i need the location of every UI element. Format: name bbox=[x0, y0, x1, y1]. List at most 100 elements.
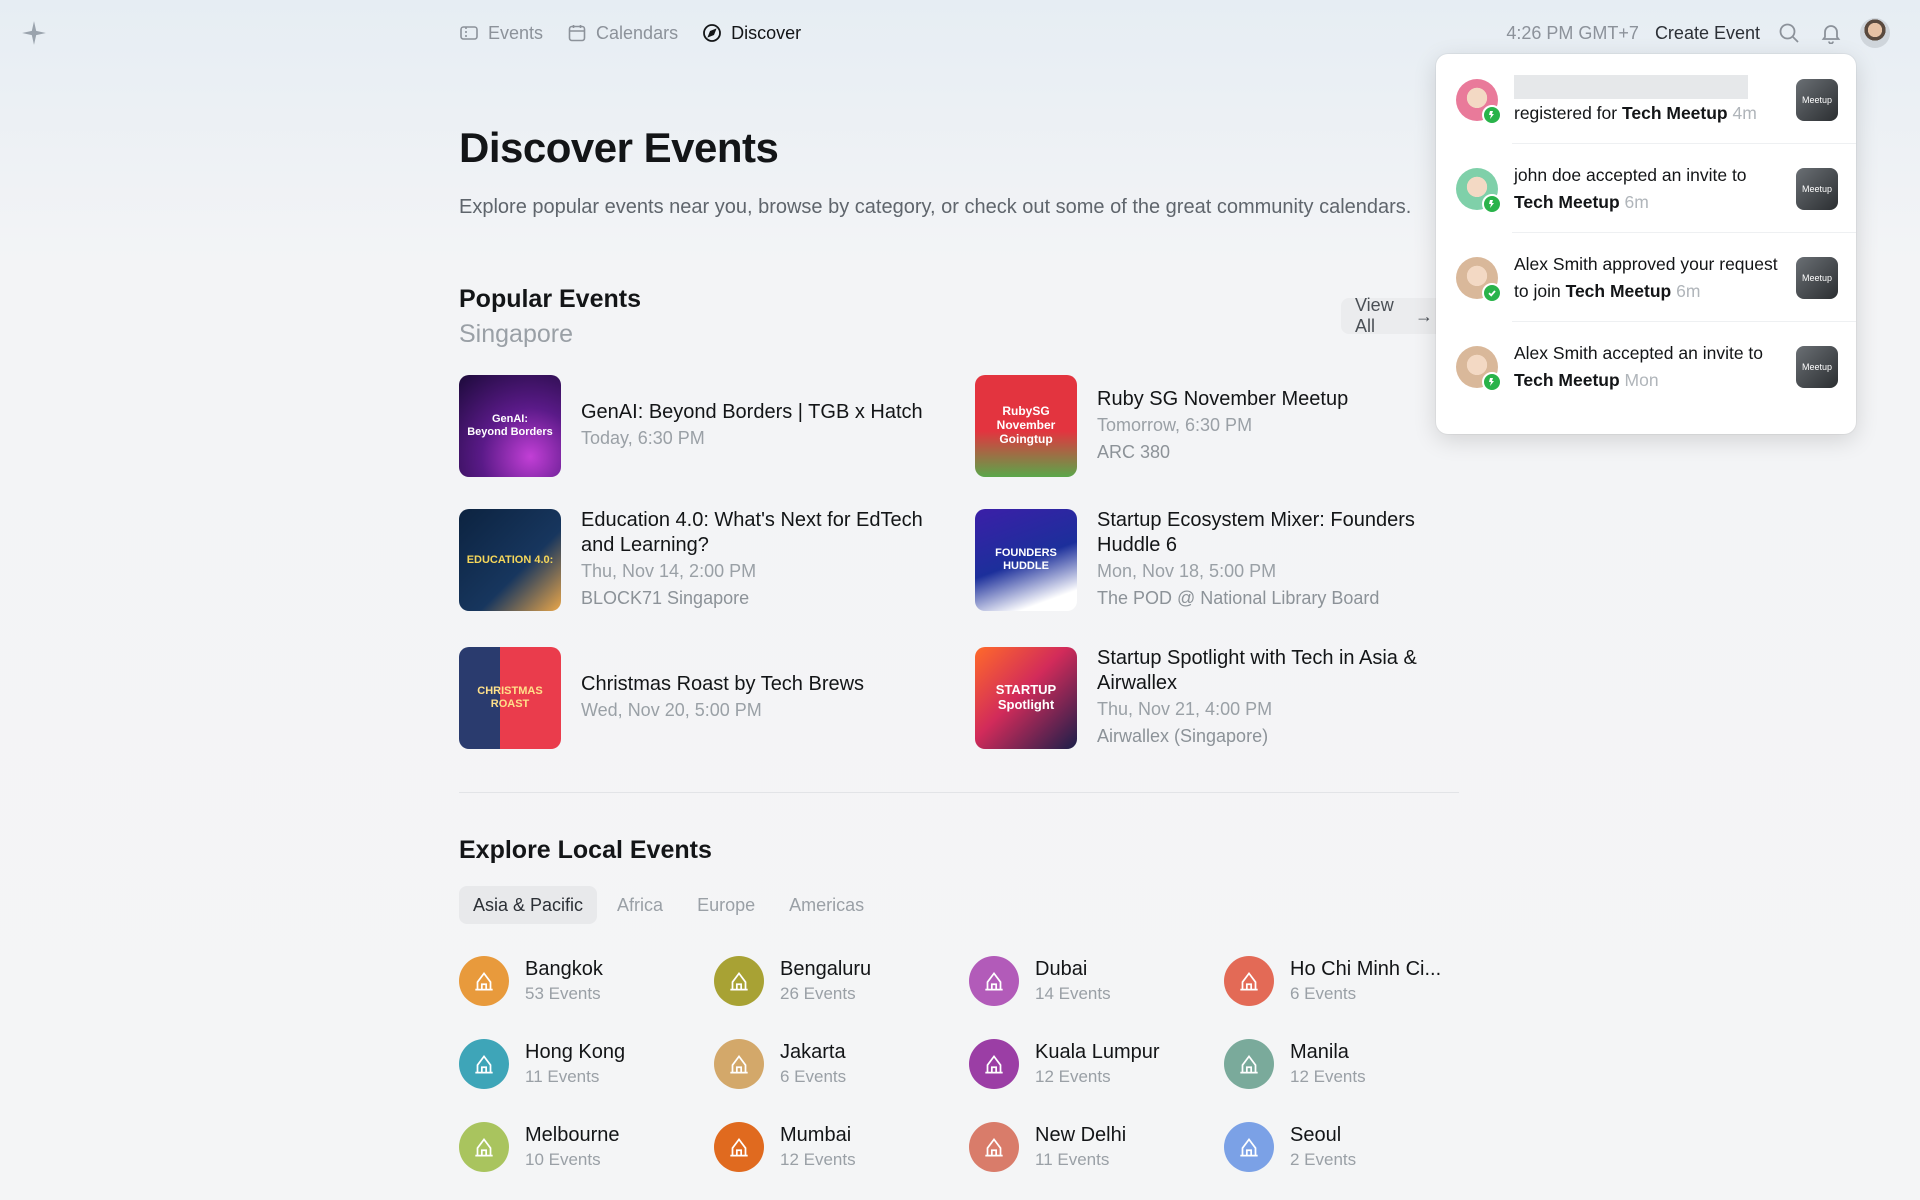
event-thumbnail: RubySG November Goingtup bbox=[975, 375, 1077, 477]
sparkle-logo-icon[interactable] bbox=[21, 20, 47, 46]
city-item[interactable]: New Delhi 11 Events bbox=[969, 1121, 1209, 1173]
event-card[interactable]: GenAI: Beyond Borders GenAI: Beyond Bord… bbox=[459, 375, 939, 477]
twin-towers-icon bbox=[969, 1039, 1019, 1089]
city-item[interactable]: Dubai 14 Events bbox=[969, 955, 1209, 1007]
event-card[interactable]: EDUCATION 4.0: Education 4.0: What's Nex… bbox=[459, 509, 939, 611]
event-card[interactable]: FOUNDERS HUDDLE Startup Ecosystem Mixer:… bbox=[975, 509, 1455, 611]
event-thumbnail-text: RubySG November Goingtup bbox=[996, 404, 1056, 446]
city-event-count: 10 Events bbox=[525, 1150, 601, 1169]
city-item[interactable]: Mumbai 12 Events bbox=[714, 1121, 954, 1173]
event-thumb-label: Meetup bbox=[1801, 183, 1833, 194]
nav-calendars-label: Calendars bbox=[596, 22, 679, 43]
notification-text: Alex Smith accepted an invite to bbox=[1514, 342, 1764, 363]
nav-events-label: Events bbox=[488, 22, 544, 43]
nav-events[interactable]: Events bbox=[459, 19, 543, 47]
city-name: Bangkok bbox=[525, 958, 603, 980]
tab-europe[interactable]: Europe bbox=[683, 886, 769, 924]
current-time: 4:26 PM GMT+7 bbox=[1506, 22, 1639, 43]
ticket-icon bbox=[460, 26, 478, 40]
city-name: Hong Kong bbox=[525, 1041, 626, 1063]
notification-item[interactable]: Alex Smith accepted an invite to Tech Me… bbox=[1436, 322, 1856, 411]
city-event-count: 2 Events bbox=[1290, 1150, 1357, 1169]
event-title: Ruby SG November Meetup bbox=[1097, 387, 1349, 410]
city-item[interactable]: Melbourne 10 Events bbox=[459, 1121, 699, 1173]
popular-events-location: Singapore bbox=[459, 320, 573, 348]
search-icon[interactable] bbox=[1776, 20, 1802, 46]
monument-icon bbox=[714, 1039, 764, 1089]
event-thumb-label: Meetup bbox=[1801, 94, 1833, 105]
notification-text: john doe accepted an invite to bbox=[1514, 164, 1747, 185]
page-subtitle: Explore popular events near you, browse … bbox=[459, 196, 1412, 218]
nav-discover[interactable]: Discover bbox=[702, 19, 801, 47]
redacted-name bbox=[1514, 74, 1748, 99]
event-thumb-icon: Meetup bbox=[1796, 345, 1838, 388]
notification-message: Alex Smith approved your request to join… bbox=[1514, 251, 1784, 305]
event-date: Wed, Nov 20, 5:00 PM bbox=[581, 700, 762, 720]
city-event-count: 12 Events bbox=[1035, 1067, 1111, 1086]
city-name: Bengaluru bbox=[780, 958, 872, 980]
page-title: Discover Events bbox=[459, 124, 779, 171]
city-item[interactable]: Kuala Lumpur 12 Events bbox=[969, 1038, 1209, 1090]
city-item[interactable]: Jakarta 6 Events bbox=[714, 1038, 954, 1090]
event-venue: ARC 380 bbox=[1097, 441, 1171, 462]
tab-americas[interactable]: Americas bbox=[775, 886, 878, 924]
city-name: Ho Chi Minh Ci... bbox=[1290, 958, 1442, 980]
bell-icon[interactable] bbox=[1818, 20, 1844, 46]
event-title: Christmas Roast by Tech Brews bbox=[581, 673, 865, 695]
city-name: Mumbai bbox=[780, 1124, 852, 1146]
flower-icon bbox=[459, 1039, 509, 1089]
city-item[interactable]: Bangkok 53 Events bbox=[459, 955, 699, 1007]
notification-item[interactable]: Alex Smith approved your request to join… bbox=[1436, 233, 1856, 322]
event-thumb-label: Meetup bbox=[1801, 361, 1833, 372]
notification-message: registered for Tech Meetup 4m bbox=[1514, 73, 1784, 127]
city-name: Seoul bbox=[1290, 1124, 1342, 1146]
city-event-count: 26 Events bbox=[780, 984, 856, 1003]
city-item[interactable]: Hong Kong 11 Events bbox=[459, 1038, 699, 1090]
city-event-count: 14 Events bbox=[1035, 984, 1111, 1003]
event-thumbnail: EDUCATION 4.0: bbox=[459, 509, 561, 611]
notification-event-name: Tech Meetup bbox=[1514, 369, 1620, 390]
event-venue: Airwallex (Singapore) bbox=[1097, 726, 1269, 746]
event-title-line2: Huddle 6 bbox=[1097, 534, 1178, 556]
calendar-icon bbox=[568, 25, 586, 42]
nav-calendars[interactable]: Calendars bbox=[567, 19, 678, 47]
main-nav: Events Calendars Discover bbox=[459, 19, 801, 47]
city-name: New Delhi bbox=[1035, 1124, 1127, 1146]
monument-icon bbox=[1224, 956, 1274, 1006]
city-event-count: 12 Events bbox=[1290, 1067, 1366, 1086]
stadium-icon bbox=[459, 1122, 509, 1172]
view-all-label: View All bbox=[1355, 295, 1394, 336]
event-title: Startup Spotlight with Tech in Asia & bbox=[1097, 647, 1417, 669]
event-thumbnail: GenAI: Beyond Borders bbox=[459, 375, 561, 477]
event-card[interactable]: RubySG November Goingtup Ruby SG Novembe… bbox=[975, 375, 1455, 477]
event-card[interactable]: CHRISTMAS ROAST Christmas Roast by Tech … bbox=[459, 647, 939, 749]
city-item[interactable]: Ho Chi Minh Ci... 6 Events bbox=[1224, 955, 1464, 1007]
event-date: Tomorrow, 6:30 PM bbox=[1097, 414, 1253, 435]
region-tabs: Asia & Pacific Africa Europe Americas bbox=[459, 886, 878, 924]
notification-item[interactable]: john doe accepted an invite to Tech Meet… bbox=[1436, 144, 1856, 233]
event-card[interactable]: STARTUP Spotlight Startup Spotlight with… bbox=[975, 647, 1455, 749]
notification-item[interactable]: registered for Tech Meetup 4m Meetup bbox=[1436, 55, 1856, 144]
ticket-badge-icon bbox=[1482, 371, 1502, 392]
tab-africa[interactable]: Africa bbox=[603, 886, 677, 924]
event-thumb-icon: Meetup bbox=[1796, 167, 1838, 210]
event-title: Education 4.0: What's Next for EdTech bbox=[581, 509, 923, 531]
event-title: GenAI: Beyond Borders | TGB x Hatch bbox=[581, 401, 923, 423]
user-avatar[interactable] bbox=[1860, 18, 1890, 48]
city-item[interactable]: Bengaluru 26 Events bbox=[714, 955, 954, 1007]
create-event-button[interactable]: Create Event bbox=[1655, 23, 1760, 44]
city-item[interactable]: Seoul 2 Events bbox=[1224, 1121, 1464, 1173]
city-name: Manila bbox=[1290, 1041, 1349, 1063]
event-venue: BLOCK71 Singapore bbox=[581, 588, 750, 608]
event-thumbnail-text: GenAI: Beyond Borders bbox=[467, 413, 553, 438]
tab-asia-pacific[interactable]: Asia & Pacific bbox=[459, 886, 598, 924]
event-thumb-label: Meetup bbox=[1801, 272, 1833, 283]
city-event-count: 11 Events bbox=[525, 1067, 600, 1086]
city-item[interactable]: Manila 12 Events bbox=[1224, 1038, 1464, 1090]
palace-icon bbox=[1224, 1122, 1274, 1172]
event-title: Startup Ecosystem Mixer: Founders bbox=[1097, 509, 1415, 531]
gateway-icon bbox=[714, 1122, 764, 1172]
notification-message: john doe accepted an invite to Tech Meet… bbox=[1514, 162, 1784, 216]
ticket-badge-icon bbox=[1482, 104, 1502, 125]
arrow-right-icon: → bbox=[1415, 305, 1433, 326]
